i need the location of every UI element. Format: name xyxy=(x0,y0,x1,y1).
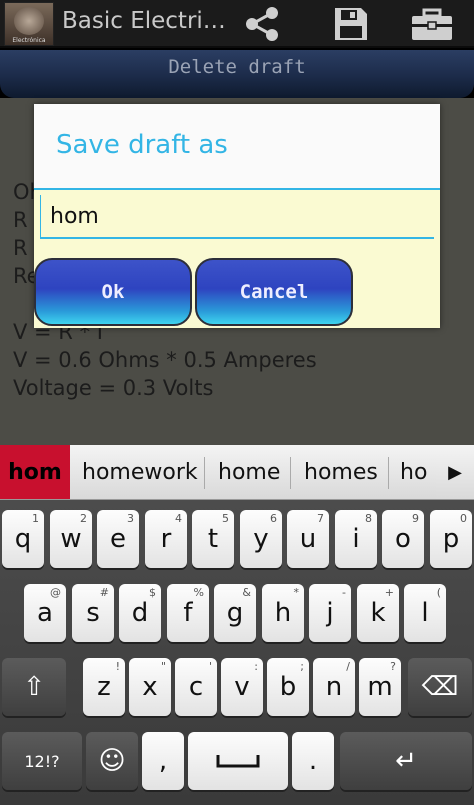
key-e[interactable]: 3e xyxy=(97,510,139,568)
key-u[interactable]: 7u xyxy=(287,510,329,568)
suggestion-item[interactable]: home xyxy=(218,445,280,499)
key-i[interactable]: 8i xyxy=(335,510,377,568)
emoji-icon: ☺ xyxy=(98,746,126,776)
more-suggestions-arrow-icon[interactable]: ▶ xyxy=(436,445,474,499)
space-key[interactable] xyxy=(188,732,288,790)
key-d[interactable]: $ d xyxy=(119,584,161,642)
emoji-key[interactable]: ☺ xyxy=(86,732,138,790)
suggestion-strip: hom homework home homes ho ▶ xyxy=(0,445,474,500)
suggestion-item[interactable]: ho xyxy=(400,445,427,499)
comma-key[interactable]: , xyxy=(142,732,184,790)
key-b[interactable]: ; b xyxy=(267,658,309,716)
key-q[interactable]: 1q xyxy=(2,510,44,568)
content-line: R xyxy=(13,236,28,260)
key-s[interactable]: # s xyxy=(72,584,114,642)
cancel-button-label: Cancel xyxy=(239,281,309,303)
key-c[interactable]: ' c xyxy=(175,658,217,716)
open-button[interactable] xyxy=(406,4,458,44)
space-bar-icon xyxy=(216,755,260,768)
key-w[interactable]: 2w xyxy=(50,510,92,568)
save-button[interactable] xyxy=(325,4,377,44)
suggestion-item[interactable]: homes xyxy=(304,445,378,499)
key-t[interactable]: 5t xyxy=(192,510,234,568)
content-line: Voltage = 0.3 Volts xyxy=(13,376,214,400)
share-icon xyxy=(246,7,278,41)
key-n[interactable]: / n xyxy=(313,658,355,716)
suggestion-divider xyxy=(204,457,205,489)
share-button[interactable] xyxy=(236,4,288,44)
save-icon xyxy=(335,8,367,40)
cancel-button[interactable]: Cancel xyxy=(195,258,353,326)
ok-button-label: Ok xyxy=(101,281,125,303)
app-icon-text: Electrónica xyxy=(12,37,46,44)
period-key[interactable]: . xyxy=(292,732,334,790)
key-o[interactable]: 9o xyxy=(382,510,424,568)
content-line: V = 0.6 Ohms * 0.5 Amperes xyxy=(13,348,317,372)
content-line: R xyxy=(13,208,28,232)
suggestion-item[interactable]: hom xyxy=(0,445,70,499)
enter-key[interactable]: ↵ xyxy=(340,732,472,790)
key-y[interactable]: 6y xyxy=(240,510,282,568)
backspace-key[interactable]: ⌫ xyxy=(408,658,472,716)
suggestion-divider xyxy=(290,457,291,489)
app-icon[interactable]: Electrónica xyxy=(4,2,54,46)
key-l[interactable]: (l xyxy=(404,584,446,642)
key-z[interactable]: ! z xyxy=(83,658,125,716)
shift-key[interactable]: ⇧ xyxy=(2,658,66,716)
key-a[interactable]: @ a xyxy=(24,584,66,642)
key-h[interactable]: * h xyxy=(262,584,304,642)
open-folder-icon xyxy=(412,8,452,40)
draft-name-input[interactable] xyxy=(40,195,434,239)
key-k[interactable]: + k xyxy=(357,584,399,642)
key-j[interactable]: -j xyxy=(309,584,351,642)
ok-button[interactable]: Ok xyxy=(34,258,192,326)
key-v[interactable]: :v xyxy=(221,658,263,716)
symbols-key[interactable]: 12!? xyxy=(2,732,82,790)
action-bar: Electrónica Basic Electri… xyxy=(0,0,474,48)
dialog-title: Save draft as xyxy=(56,130,228,160)
key-m[interactable]: ? m xyxy=(359,658,401,716)
app-logo-circle xyxy=(14,7,44,35)
suggestion-item[interactable]: homework xyxy=(82,445,198,499)
key-x[interactable]: " x xyxy=(129,658,171,716)
app-title: Basic Electri… xyxy=(62,8,226,34)
dialog-header: Save draft as xyxy=(34,104,440,190)
key-f[interactable]: % f xyxy=(167,584,209,642)
enter-icon: ↵ xyxy=(395,746,417,776)
shift-icon: ⇧ xyxy=(23,672,45,702)
soft-keyboard: 1q 2w 3e 4r 5t 6y 7u 8i 9o 0p @ a # s $ d %… xyxy=(0,500,474,805)
key-p[interactable]: 0p xyxy=(430,510,472,568)
delete-draft-label: Delete draft xyxy=(168,56,306,78)
key-r[interactable]: 4r xyxy=(145,510,187,568)
delete-draft-button[interactable]: Delete draft xyxy=(0,50,474,98)
backspace-icon: ⌫ xyxy=(421,672,459,702)
suggestion-divider xyxy=(388,457,389,489)
key-g[interactable]: & g xyxy=(214,584,256,642)
